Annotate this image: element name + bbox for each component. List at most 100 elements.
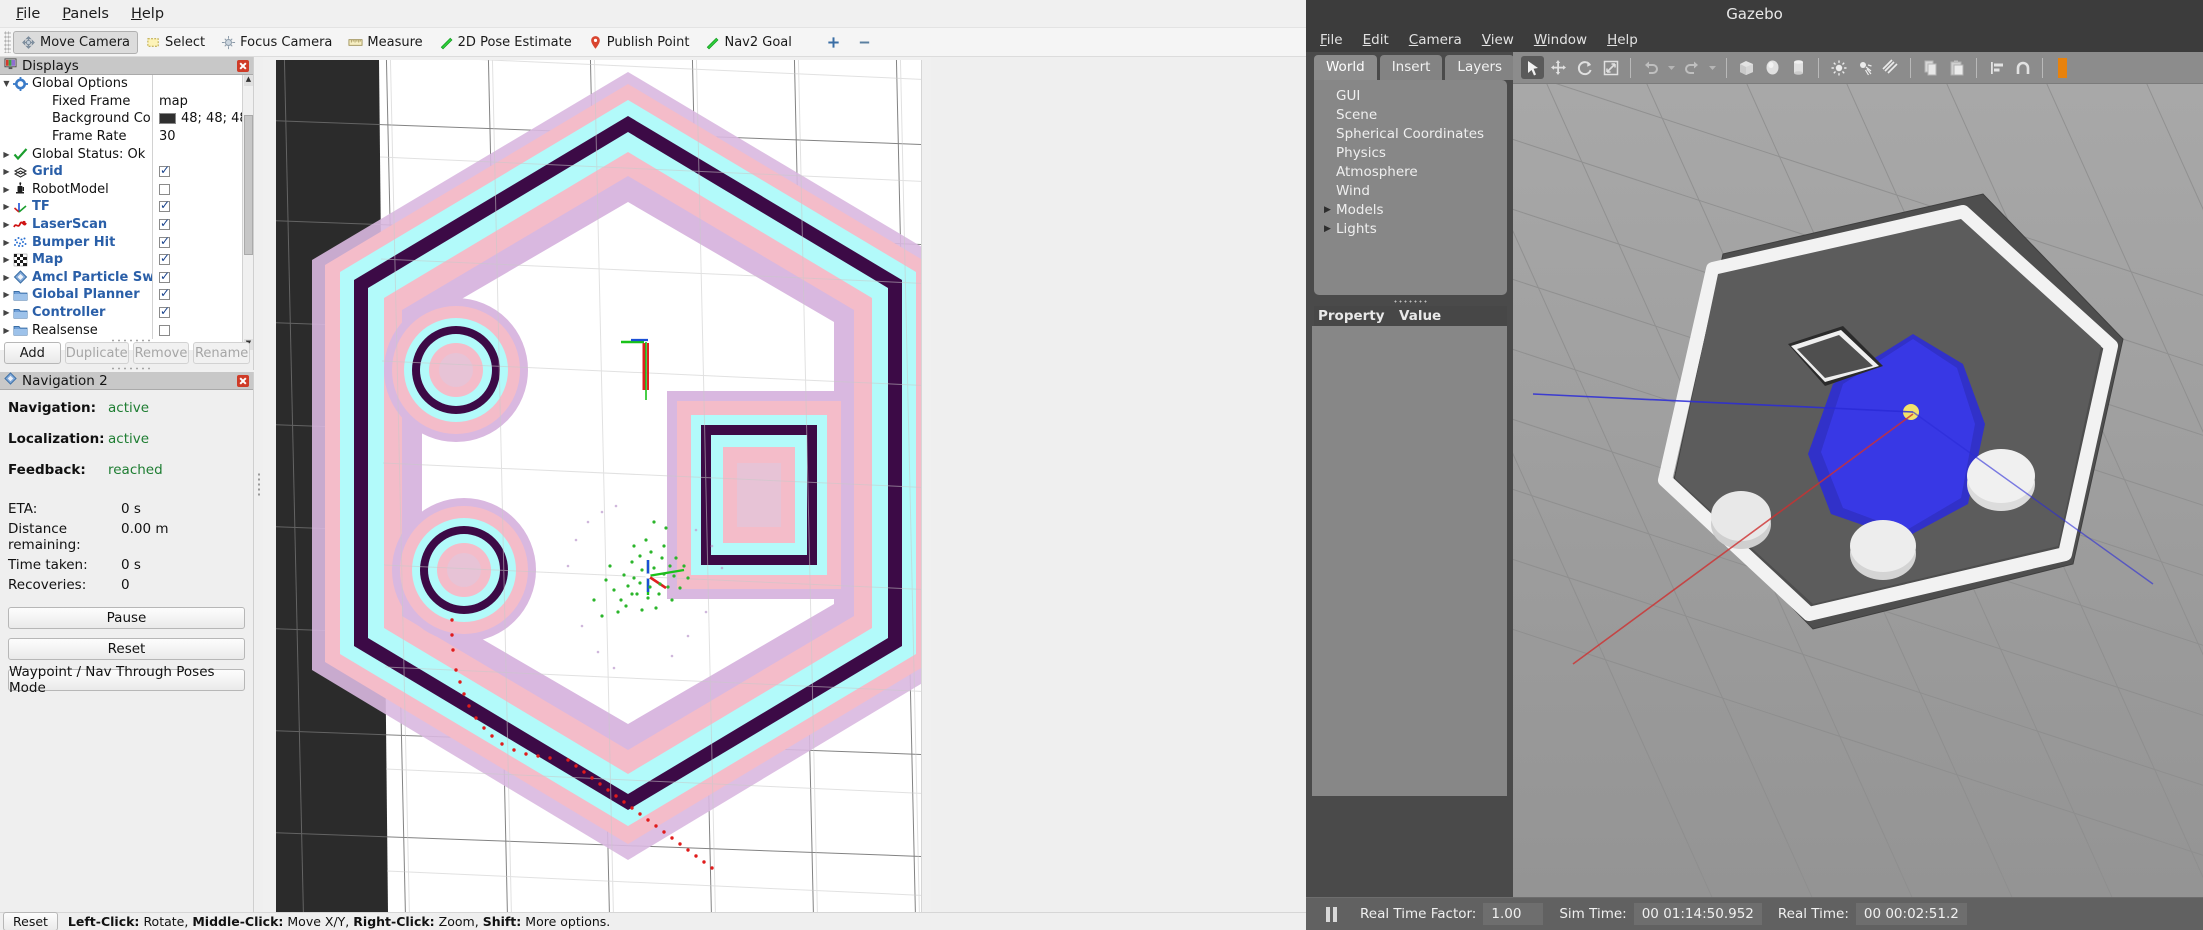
tool-focus-camera[interactable]: Focus Camera — [213, 31, 340, 54]
displays-tree-value[interactable] — [152, 303, 253, 322]
tool-measure[interactable]: Measure — [340, 31, 430, 54]
chevron-right-icon[interactable]: ▶ — [1324, 224, 1336, 234]
menu-panels[interactable]: Panels — [52, 2, 119, 26]
gazebo-tree-row[interactable]: Scene — [1314, 105, 1507, 124]
displays-tree-row[interactable]: ▶ LaserScan — [0, 215, 253, 234]
displays-tree-value[interactable] — [152, 233, 253, 251]
checkbox-checked[interactable] — [159, 234, 170, 248]
align-icon[interactable] — [1985, 56, 2008, 79]
displays-tree-row[interactable]: ▶ Map — [0, 250, 253, 269]
gazebo-tree-row[interactable]: GUI — [1314, 86, 1507, 105]
redo-icon[interactable] — [1680, 56, 1703, 79]
checkbox-checked[interactable] — [159, 304, 170, 319]
displays-tree-row[interactable]: ▶ Bumper Hit — [0, 233, 253, 251]
checkbox-checked[interactable] — [159, 198, 170, 213]
gazebo-tree-row[interactable]: ▶ Lights — [1314, 219, 1507, 238]
waypoint-mode-button[interactable]: Waypoint / Nav Through Poses Mode — [8, 664, 245, 696]
tab-layers[interactable]: Layers — [1445, 55, 1515, 80]
displays-tree[interactable]: ▼ Global Options Fixed Frame map Background … — [0, 75, 253, 350]
gazebo-panel-splitter[interactable] — [1392, 299, 1427, 304]
displays-tree-row[interactable]: ▶ Grid — [0, 162, 253, 181]
gz-menu-file[interactable]: File — [1320, 32, 1343, 48]
displays-tree-value[interactable]: 30 — [152, 127, 253, 146]
displays-tree-value[interactable] — [152, 286, 253, 304]
toolbar-grip[interactable] — [4, 31, 11, 53]
close-icon[interactable] — [237, 59, 249, 72]
menu-file[interactable]: File — [6, 2, 50, 26]
undo-icon[interactable] — [1639, 56, 1662, 79]
undo-dropdown-icon[interactable] — [1665, 56, 1677, 79]
chevron-right-icon[interactable]: ▶ — [0, 167, 13, 176]
copy-icon[interactable] — [1919, 56, 1942, 79]
directional-light-icon[interactable] — [1879, 56, 1902, 79]
displays-tree-row[interactable]: ▼ Global Options — [0, 75, 253, 93]
gz-menu-window[interactable]: Window — [1534, 32, 1587, 48]
tab-insert[interactable]: Insert — [1379, 55, 1443, 80]
box-icon[interactable] — [1735, 56, 1758, 79]
gz-menu-help[interactable]: Help — [1607, 32, 1638, 48]
checkbox-unchecked[interactable] — [159, 183, 170, 195]
translate-icon[interactable] — [1547, 56, 1570, 79]
displays-tree-row[interactable]: ▶ Amcl Particle Swarm — [0, 268, 253, 287]
displays-tree-value[interactable] — [152, 215, 253, 234]
displays-tree-row[interactable]: ▶ Global Planner — [0, 286, 253, 304]
displays-tree-value[interactable]: map — [152, 92, 253, 111]
checkbox-checked[interactable] — [159, 163, 170, 178]
rotate-icon[interactable] — [1573, 56, 1596, 79]
chevron-right-icon[interactable]: ▶ — [1324, 205, 1336, 215]
displays-tree-value[interactable] — [152, 268, 253, 287]
tool-2d-pose-estimate[interactable]: 2D Pose Estimate — [431, 31, 580, 54]
select-arrow-icon[interactable] — [1521, 56, 1544, 79]
gazebo-tree-row[interactable]: Physics — [1314, 143, 1507, 162]
gazebo-world-tree[interactable]: GUI Scene Spherical Coordinates Physics Atmo… — [1314, 80, 1507, 295]
pause-button[interactable]: Pause — [8, 607, 245, 629]
scroll-up-icon[interactable]: ▲ — [244, 75, 253, 86]
chevron-right-icon[interactable]: ▶ — [0, 220, 13, 229]
chevron-right-icon[interactable]: ▶ — [0, 185, 13, 194]
displays-tree-row[interactable]: ▶ Global Status: Ok — [0, 145, 253, 163]
displays-tree-value[interactable] — [152, 198, 253, 216]
tool-select[interactable]: Select — [138, 31, 213, 54]
checkbox-checked[interactable] — [159, 269, 170, 283]
gazebo-property-list[interactable] — [1312, 326, 1507, 796]
chevron-right-icon[interactable]: ▶ — [0, 150, 13, 159]
displays-tree-value[interactable] — [152, 180, 253, 199]
color-swatch[interactable] — [159, 113, 176, 125]
chevron-right-icon[interactable]: ▶ — [0, 238, 13, 247]
displays-tree-scrollbar[interactable]: ▲ ▼ — [242, 75, 253, 350]
gazebo-tree-row[interactable]: Spherical Coordinates — [1314, 124, 1507, 143]
sphere-icon[interactable] — [1761, 56, 1784, 79]
gz-menu-camera[interactable]: Camera — [1409, 32, 1462, 48]
close-icon[interactable] — [237, 374, 249, 387]
tab-world[interactable]: World — [1314, 55, 1377, 80]
tool-add[interactable] — [818, 31, 849, 54]
chevron-down-icon[interactable]: ▼ — [0, 79, 13, 88]
gz-menu-view[interactable]: View — [1482, 32, 1514, 48]
displays-tree-value[interactable] — [152, 321, 253, 339]
displays-tree-value[interactable] — [152, 250, 253, 269]
displays-tree-value[interactable] — [152, 145, 253, 163]
chevron-right-icon[interactable]: ▶ — [0, 326, 13, 335]
chevron-right-icon[interactable]: ▶ — [0, 202, 13, 211]
displays-tree-value[interactable] — [152, 162, 253, 181]
scroll-thumb[interactable] — [244, 115, 253, 255]
viewport-scrollbar[interactable] — [921, 60, 931, 913]
gz-menu-edit[interactable]: Edit — [1363, 32, 1389, 48]
cylinder-icon[interactable] — [1787, 56, 1810, 79]
panel-splitter[interactable] — [255, 57, 263, 913]
paste-icon[interactable] — [1945, 56, 1968, 79]
checkbox-checked[interactable] — [159, 251, 170, 266]
displays-tree-row[interactable]: ▶ RobotModel — [0, 180, 253, 199]
color-swatch-icon[interactable] — [2051, 56, 2074, 79]
displays-tree-row[interactable]: Frame Rate 30 — [0, 127, 253, 146]
gazebo-3d-canvas[interactable] — [1513, 84, 2203, 897]
tool-remove[interactable] — [849, 31, 880, 54]
spot-light-icon[interactable] — [1853, 56, 1876, 79]
tool-nav2-goal[interactable]: Nav2 Goal — [697, 31, 799, 54]
checkbox-checked[interactable] — [159, 286, 170, 301]
remove-button[interactable]: Remove — [132, 342, 190, 364]
checkbox-checked[interactable] — [159, 216, 170, 231]
nav-panel-splitter[interactable] — [110, 366, 150, 371]
add-button[interactable]: Add — [4, 342, 61, 364]
displays-tree-row[interactable]: ▶ TF — [0, 198, 253, 216]
